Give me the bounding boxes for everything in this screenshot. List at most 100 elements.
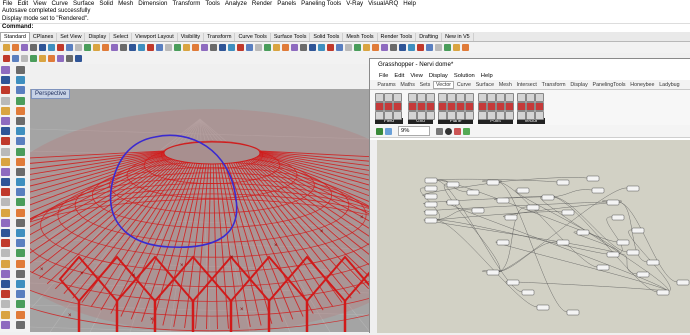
- selection-preview-icon[interactable]: [463, 127, 470, 135]
- gh-component-node[interactable]: [446, 181, 460, 188]
- gh-component-node[interactable]: [606, 199, 620, 206]
- preview-mode-icon[interactable]: [454, 127, 461, 135]
- left-tool-icon[interactable]: [1, 239, 10, 248]
- left-tool-icon[interactable]: [16, 310, 25, 319]
- left-tool-icon[interactable]: [16, 229, 25, 237]
- gh-component-node[interactable]: [424, 185, 438, 192]
- gh-tab-ladybug[interactable]: Ladybug: [657, 82, 682, 88]
- standard-tool-icon[interactable]: [3, 44, 10, 51]
- standard-tool-icon[interactable]: [318, 44, 325, 51]
- left-tool-icon[interactable]: [1, 229, 10, 237]
- standard-tool-icon[interactable]: [354, 44, 361, 51]
- gh-component-icon[interactable]: [393, 111, 402, 120]
- standard-tool-icon[interactable]: [120, 44, 127, 51]
- gh-menu-help[interactable]: Help: [478, 73, 496, 79]
- command-prompt[interactable]: Command:: [0, 23, 690, 32]
- left-tool-icon[interactable]: [16, 96, 25, 105]
- standard-tool-icon[interactable]: [219, 44, 226, 51]
- tab-visibility[interactable]: Visibility: [178, 33, 205, 41]
- gh-tab-vector[interactable]: Vector: [432, 80, 455, 89]
- standard-tool-icon[interactable]: [372, 44, 379, 51]
- gh-component-node[interactable]: [656, 289, 670, 296]
- left-tool-icon[interactable]: [16, 320, 25, 329]
- gh-component-node[interactable]: [566, 309, 580, 316]
- gh-tab-surface[interactable]: Surface: [473, 82, 496, 88]
- gh-component-icon[interactable]: [517, 93, 526, 102]
- standard-tool-icon[interactable]: [228, 44, 235, 51]
- left-tool-icon[interactable]: [1, 259, 10, 268]
- tab-drafting[interactable]: Drafting: [416, 33, 443, 41]
- menu-edit[interactable]: Edit: [15, 0, 31, 8]
- gh-component-icon[interactable]: [384, 102, 393, 111]
- standard-tool-icon[interactable]: [264, 44, 271, 51]
- standard-tool-icon[interactable]: [165, 44, 172, 51]
- left-tool-icon[interactable]: [16, 259, 25, 268]
- menu-panels[interactable]: Panels: [275, 0, 299, 8]
- standard-tool-icon[interactable]: [417, 44, 424, 51]
- menu-file[interactable]: File: [0, 0, 15, 8]
- standard-tool-icon[interactable]: [147, 44, 154, 51]
- gh-component-icon[interactable]: [478, 93, 487, 102]
- gh-component-icon[interactable]: [487, 111, 496, 120]
- gh-component-icon[interactable]: [408, 102, 417, 111]
- gh-tab-honeybee[interactable]: Honeybee: [628, 82, 657, 88]
- gh-component-node[interactable]: [496, 239, 510, 246]
- left-tool-icon[interactable]: [16, 218, 25, 227]
- gh-component-node[interactable]: [606, 251, 620, 258]
- gh-menu-view[interactable]: View: [407, 73, 425, 79]
- left-tool-icon[interactable]: [1, 147, 10, 156]
- tab-curve-tools[interactable]: Curve Tools: [235, 33, 271, 41]
- secondary-tool-icon[interactable]: [66, 55, 73, 62]
- menu-transform[interactable]: Transform: [170, 0, 203, 8]
- gh-component-node[interactable]: [424, 201, 438, 208]
- gh-component-node[interactable]: [561, 209, 575, 216]
- standard-tool-icon[interactable]: [84, 44, 91, 51]
- gh-component-icon[interactable]: [465, 111, 474, 120]
- tab-solid-tools[interactable]: Solid Tools: [310, 33, 344, 41]
- standard-tool-icon[interactable]: [345, 44, 352, 51]
- gh-component-icon[interactable]: [408, 93, 417, 102]
- gh-component-node[interactable]: [496, 197, 510, 204]
- left-tool-icon[interactable]: [16, 290, 25, 299]
- tab-render-tools[interactable]: Render Tools: [378, 33, 417, 41]
- tab-display[interactable]: Display: [85, 33, 111, 41]
- left-tool-icon[interactable]: [1, 198, 10, 207]
- tab-surface-tools[interactable]: Surface Tools: [271, 33, 311, 41]
- gh-component-node[interactable]: [424, 217, 438, 224]
- tab-viewport-layout[interactable]: Viewport Layout: [132, 33, 178, 41]
- menu-visualarq[interactable]: VisualARQ: [366, 0, 401, 8]
- gh-component-icon[interactable]: [417, 102, 426, 111]
- left-tool-icon[interactable]: [16, 198, 25, 207]
- gh-component-icon[interactable]: [526, 102, 535, 111]
- standard-tool-icon[interactable]: [291, 44, 298, 51]
- standard-tool-icon[interactable]: [255, 44, 262, 51]
- standard-tool-icon[interactable]: [39, 44, 46, 51]
- gh-component-icon[interactable]: [478, 102, 487, 111]
- left-tool-icon[interactable]: [1, 157, 10, 166]
- left-tool-icon[interactable]: [16, 116, 25, 125]
- menu-analyze[interactable]: Analyze: [222, 0, 249, 8]
- gh-component-node[interactable]: [631, 227, 645, 234]
- menu-tools[interactable]: Tools: [203, 0, 222, 8]
- gh-menu-solution[interactable]: Solution: [451, 73, 478, 79]
- left-tool-icon[interactable]: [16, 188, 25, 197]
- left-tool-icon[interactable]: [1, 178, 10, 187]
- standard-tool-icon[interactable]: [12, 44, 19, 51]
- tab-select[interactable]: Select: [110, 33, 133, 41]
- gh-component-node[interactable]: [466, 189, 480, 196]
- secondary-tool-icon[interactable]: [30, 55, 37, 62]
- left-tool-icon[interactable]: [16, 279, 25, 288]
- standard-tool-icon[interactable]: [183, 44, 190, 51]
- gh-component-icon[interactable]: [478, 111, 487, 120]
- left-tool-icon[interactable]: [1, 249, 10, 258]
- left-tool-icon[interactable]: [16, 86, 25, 95]
- gh-component-node[interactable]: [556, 179, 570, 186]
- left-tool-icon[interactable]: [16, 137, 25, 146]
- zoom-field[interactable]: 9%: [398, 126, 430, 136]
- gh-component-node[interactable]: [446, 199, 460, 206]
- standard-tool-icon[interactable]: [201, 44, 208, 51]
- left-tool-icon[interactable]: [1, 279, 10, 288]
- gh-component-node[interactable]: [536, 304, 550, 311]
- gh-component-icon[interactable]: [438, 111, 447, 120]
- standard-tool-icon[interactable]: [111, 44, 118, 51]
